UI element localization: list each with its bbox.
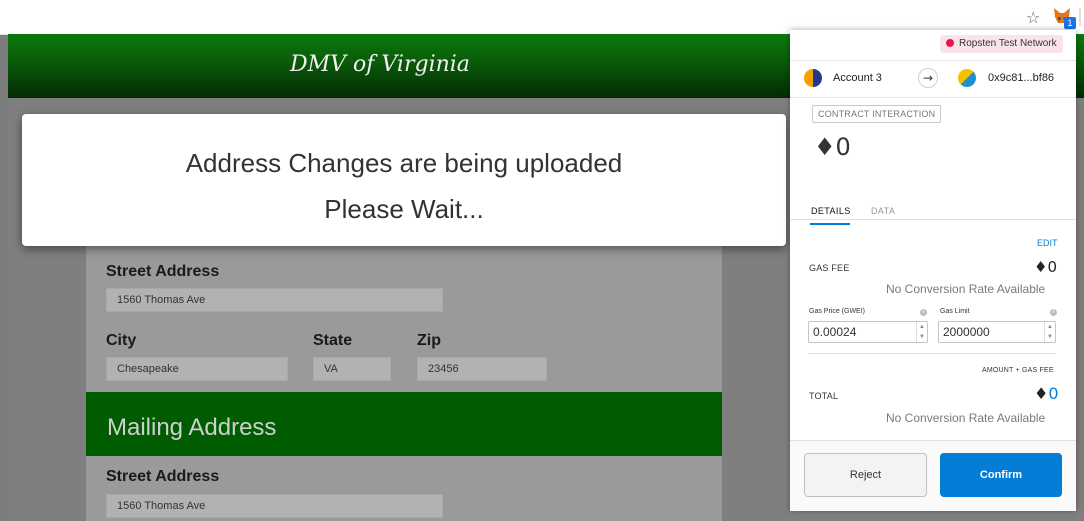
total-label: TOTAL — [809, 391, 839, 401]
gas-price-value: 0.00024 — [813, 325, 857, 339]
tab-details[interactable]: DETAILS — [811, 206, 851, 216]
divider — [808, 353, 1056, 354]
modal-message: Address Changes are being uploaded — [185, 148, 623, 178]
star-icon[interactable]: ☆ — [1026, 8, 1040, 27]
gas-fee-amount: ♦0 — [1034, 258, 1057, 276]
network-dot-icon — [946, 39, 954, 47]
gas-price-label: Gas Price (GWEI) — [809, 308, 866, 315]
gas-limit-value: 2000000 — [943, 325, 990, 339]
total-amount: ♦0 — [1034, 384, 1059, 403]
state-input[interactable]: VA — [313, 357, 391, 381]
edit-link[interactable]: EDIT — [1037, 238, 1058, 248]
recipient-address: 0x9c81...bf86 — [988, 72, 1055, 84]
eth-icon: ♦ — [1034, 258, 1048, 276]
eth-icon: ♦ — [814, 133, 836, 161]
stepper-icon[interactable]: ▲ ▼ — [1044, 322, 1055, 342]
reject-button[interactable]: Reject — [804, 453, 927, 497]
contract-interaction-badge: CONTRACT INTERACTION — [812, 105, 942, 123]
gas-limit-label: Gas Limit — [940, 308, 970, 315]
zip-label: Zip — [417, 332, 441, 349]
gas-price-input[interactable]: 0.00024 ▲ ▼ — [808, 321, 928, 343]
total-value: 0 — [1048, 384, 1059, 403]
info-icon[interactable]: i — [920, 309, 927, 316]
metamask-popup: Ropsten Test Network Account 3 → 0x9c81.… — [790, 30, 1076, 511]
network-indicator[interactable]: Ropsten Test Network — [940, 35, 1063, 53]
recipient-avatar — [958, 69, 976, 87]
dmv-header-edge — [1076, 34, 1084, 98]
amount-gas-label: AMOUNT + GAS FEE — [982, 367, 1054, 374]
extension-badge: 1 — [1064, 17, 1076, 29]
city-input[interactable]: Chesapeake — [106, 357, 288, 381]
modal-wait-message: Please Wait... — [324, 194, 484, 224]
total-conversion: No Conversion Rate Available — [886, 411, 1046, 425]
info-icon[interactable]: i — [1050, 309, 1057, 316]
mailing-street-input[interactable]: 1560 Thomas Ave — [106, 494, 443, 518]
account-name: Account 3 — [833, 72, 882, 84]
account-avatar — [804, 69, 822, 87]
toolbar-edge — [1079, 8, 1081, 26]
mailing-street-label: Street Address — [106, 468, 220, 485]
gas-fee-conversion: No Conversion Rate Available — [886, 282, 1046, 296]
mailing-address-title: Mailing Address — [107, 414, 277, 441]
tab-data[interactable]: DATA — [871, 206, 895, 216]
zip-input[interactable]: 23456 — [417, 357, 547, 381]
street-address-input[interactable]: 1560 Thomas Ave — [106, 288, 443, 312]
stepper-icon[interactable]: ▲ ▼ — [916, 322, 927, 342]
transaction-amount: ♦0 — [814, 133, 851, 161]
state-label: State — [313, 332, 353, 349]
eth-icon: ♦ — [1034, 384, 1049, 403]
city-label: City — [106, 332, 137, 349]
gas-fee-value: 0 — [1047, 258, 1057, 276]
street-address-label: Street Address — [106, 263, 220, 280]
network-name: Ropsten Test Network — [959, 38, 1057, 49]
gas-limit-input[interactable]: 2000000 ▲ ▼ — [938, 321, 1056, 343]
account-row: Account 3 → 0x9c81...bf86 — [790, 60, 1076, 98]
upload-modal: Address Changes are being uploaded Pleas… — [22, 114, 786, 246]
amount-value: 0 — [835, 133, 851, 161]
arrow-right-icon: → — [918, 68, 938, 88]
confirm-button[interactable]: Confirm — [940, 453, 1062, 497]
gas-fee-label: GAS FEE — [809, 263, 850, 273]
active-tab-indicator — [810, 223, 850, 225]
page-title: DMV of Virginia — [290, 52, 470, 77]
